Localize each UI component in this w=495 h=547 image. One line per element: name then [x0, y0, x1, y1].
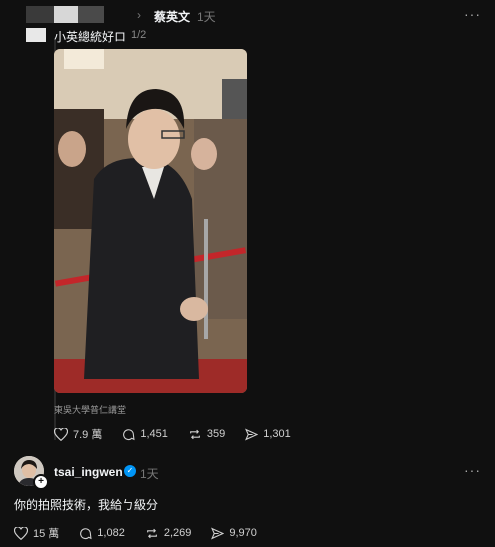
more-icon[interactable]: ···	[464, 6, 481, 22]
heart-icon	[14, 526, 28, 540]
comment-count: 1,082	[97, 527, 125, 539]
chevron-right-icon: ›	[137, 8, 141, 22]
heart-icon	[54, 427, 68, 441]
comment-button[interactable]: 1,451	[122, 428, 168, 441]
share-button[interactable]: 1,301	[245, 428, 291, 441]
comment-button[interactable]: 1,082	[79, 527, 125, 540]
share-icon	[245, 428, 259, 440]
repost-count: 359	[206, 428, 226, 440]
like-button[interactable]: 15 萬	[14, 525, 59, 541]
repost-count: 2,269	[163, 527, 192, 539]
comment-icon	[80, 527, 92, 539]
blurred-avatar	[26, 28, 46, 42]
follow-plus-icon[interactable]: +	[33, 474, 49, 490]
share-icon	[211, 527, 225, 539]
post-author[interactable]: 蔡英文	[154, 8, 190, 25]
comment-count: 1,451	[140, 428, 168, 440]
photo-location: 東吳大學普仁講堂	[54, 405, 127, 415]
like-count: 7.9 萬	[73, 429, 103, 441]
repost-button[interactable]: 359	[188, 428, 225, 441]
share-count: 1,301	[263, 428, 291, 440]
verified-icon: ✓	[124, 465, 136, 477]
share-button[interactable]: 9,970	[211, 527, 257, 540]
comment-icon	[123, 428, 135, 440]
post-caption: 小英總統好ロ	[54, 30, 127, 44]
reply-text: 你的拍照技術，我給ㄅ級分	[14, 498, 159, 512]
share-count: 9,970	[229, 527, 257, 539]
reply-actions: 15 萬 1,082 2,269 9,970	[14, 525, 277, 541]
reply-time: 1天	[140, 467, 159, 481]
post-actions: 7.9 萬 1,451 359 1,301	[54, 426, 311, 442]
post-photo[interactable]	[54, 49, 247, 393]
like-button[interactable]: 7.9 萬	[54, 426, 102, 442]
reply-username[interactable]: tsai_ingwen	[54, 465, 123, 479]
blurred-username	[26, 6, 54, 23]
blurred-username	[78, 6, 104, 23]
repost-icon	[190, 429, 200, 439]
page-indicator: 1/2	[131, 29, 147, 41]
like-count: 15 萬	[33, 528, 60, 540]
repost-button[interactable]: 2,269	[145, 527, 192, 540]
repost-icon	[146, 528, 157, 538]
more-icon[interactable]: ···	[464, 462, 481, 478]
post-time: 1天	[197, 10, 216, 24]
blurred-username	[54, 6, 78, 23]
